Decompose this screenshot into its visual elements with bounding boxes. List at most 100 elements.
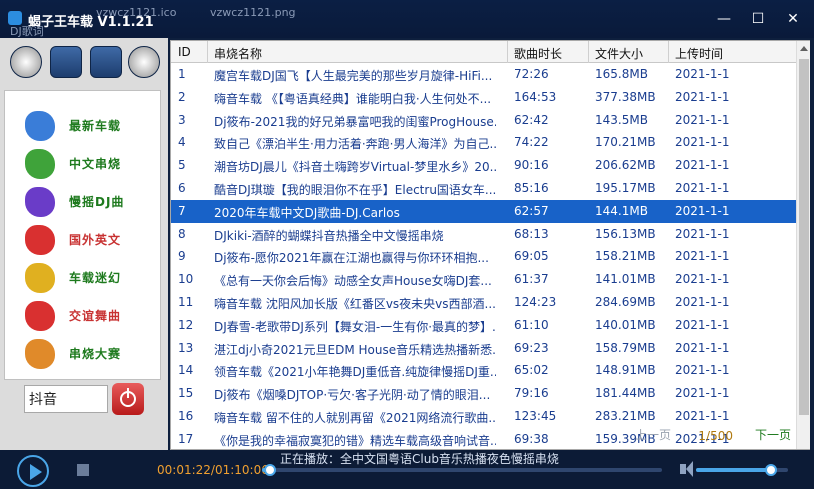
scroll-up-icon[interactable] bbox=[800, 46, 808, 51]
cell-name: 《总有一天你会后悔》动感全女声House女嗨DJ套... bbox=[214, 274, 492, 289]
cell-name: Dj筱布《烟嗓DJTOP·亏欠·客子光阴·动了情的眼泪... bbox=[214, 388, 491, 403]
film-reel-icon[interactable] bbox=[128, 46, 160, 78]
menu-item-label: 交谊舞曲 bbox=[69, 309, 122, 323]
puzzle-icon[interactable] bbox=[90, 46, 122, 78]
cell-name: Dj筱布-2021我的好兄弟暴富吧我的闺蜜ProgHouse... bbox=[214, 114, 496, 129]
scrollbar-thumb[interactable] bbox=[799, 59, 809, 415]
table-row[interactable]: 1 魔宫车载DJ国飞【人生最完美的那些岁月旋律-HiFi... 72:26 165.8… bbox=[171, 63, 796, 86]
cell-duration: 69:38 bbox=[514, 431, 549, 446]
column-header-size[interactable]: 文件大小 bbox=[595, 45, 643, 62]
play-button[interactable] bbox=[17, 455, 49, 487]
table-row[interactable]: 6 酷音DJ琪璇【我的眼泪你不在乎】Electru国语女车... 85:16 195.… bbox=[171, 177, 796, 200]
cell-size: 148.91MB bbox=[595, 363, 656, 378]
cell-duration: 123:45 bbox=[514, 408, 557, 423]
table-row[interactable]: 5 潮音坊DJ晨儿《抖音土嗨跨岁Virtual-梦里水乡》20... 90:16 20… bbox=[171, 154, 796, 177]
cell-size: 140.01MB bbox=[595, 317, 656, 332]
menu-item-psychedelic[interactable]: 车载迷幻 bbox=[25, 261, 155, 295]
cell-duration: 124:23 bbox=[514, 294, 557, 309]
menu-item-latest[interactable]: 最新车载 bbox=[25, 109, 155, 143]
cell-name: 嗨音车载 《【粤语真经典】谁能明白我·人生何处不... bbox=[214, 91, 492, 106]
cell-id: 16 bbox=[178, 408, 194, 423]
background-file-label: vzwcz1121.ico bbox=[96, 6, 177, 19]
vertical-scrollbar[interactable] bbox=[796, 41, 810, 449]
cell-upload-time: 2021-1-1 bbox=[675, 112, 730, 127]
time-display: 00:01:22/01:10:06 bbox=[157, 463, 269, 477]
table-row[interactable]: 7 2020年车载中文DJ歌曲-DJ.Carlos 62:57 144.1MB 2021… bbox=[171, 199, 796, 223]
next-page-link[interactable]: 下一页 bbox=[755, 426, 791, 443]
cell-duration: 85:16 bbox=[514, 180, 549, 195]
cell-size: 206.62MB bbox=[595, 158, 656, 173]
volume-fill bbox=[696, 468, 772, 472]
cell-size: 165.8MB bbox=[595, 67, 648, 81]
stop-button[interactable] bbox=[77, 464, 89, 476]
table-row[interactable]: 3 Dj筱布-2021我的好兄弟暴富吧我的闺蜜ProgHouse... 62:42 1… bbox=[171, 109, 796, 132]
table-row[interactable]: 14 领音车载《2021小年艳舞DJ重低音.纯旋律慢摇DJ重... 65:02 148… bbox=[171, 359, 796, 382]
volume-slider[interactable] bbox=[696, 464, 788, 476]
background-file-label: vzwcz1121.png bbox=[210, 6, 296, 19]
cell-upload-time: 2021-1-1 bbox=[675, 408, 730, 423]
cell-id: 9 bbox=[178, 249, 186, 264]
search-button[interactable] bbox=[112, 383, 144, 415]
bird-mascot-icon bbox=[25, 339, 55, 369]
table-row[interactable]: 9 Dj筱布-愿你2021年赢在江湖也赢得与你环环相抱... 69:05 158.21… bbox=[171, 245, 796, 268]
column-header-duration[interactable]: 歌曲时长 bbox=[514, 45, 562, 62]
menu-item-label: 中文串烧 bbox=[69, 157, 122, 171]
table-row[interactable]: 16 嗨音车载 留不住的人就别再留《2021网络流行歌曲... 123:45 283.… bbox=[171, 405, 796, 428]
cell-id: 5 bbox=[178, 158, 186, 173]
cell-name: DJ春雪-老歌带DJ系列【舞女泪-一生有你·最真的梦】... bbox=[214, 319, 496, 334]
page-indicator: 1/500 bbox=[698, 429, 733, 443]
table-row[interactable]: 4 致自己《漂泊半生·用力活着·奔跑·男人海洋》为自己... 74:22 170.21… bbox=[171, 131, 796, 154]
volume-knob[interactable] bbox=[765, 464, 778, 476]
cell-id: 10 bbox=[178, 272, 194, 287]
cell-upload-time: 2021-1-1 bbox=[675, 135, 730, 150]
cell-size: 158.79MB bbox=[595, 340, 656, 355]
qq-icon[interactable] bbox=[50, 46, 82, 78]
column-header-id[interactable]: ID bbox=[178, 45, 191, 59]
prev-page-link[interactable]: 上一页 bbox=[635, 426, 671, 443]
column-header-name[interactable]: 串烧名称 bbox=[214, 45, 262, 62]
column-header-upload-time[interactable]: 上传时间 bbox=[675, 45, 723, 62]
search-input[interactable] bbox=[24, 385, 108, 413]
cell-size: 377.38MB bbox=[595, 89, 656, 104]
volume-icon[interactable] bbox=[680, 461, 693, 477]
menu-item-label: 车载迷幻 bbox=[69, 271, 122, 285]
table-row[interactable]: 11 嗨音车载 沈阳风加长版《红番区vs夜未央vs西部酒... 124:23 284.… bbox=[171, 291, 796, 314]
cell-name: 嗨音车载 沈阳风加长版《红番区vs夜未央vs西部酒... bbox=[214, 296, 496, 311]
cell-size: 195.17MB bbox=[595, 180, 656, 195]
menu-item-ballroom[interactable]: 交谊舞曲 bbox=[25, 299, 155, 333]
maximize-button[interactable]: ☐ bbox=[747, 8, 769, 30]
table-body: 1 魔宫车载DJ国飞【人生最完美的那些岁月旋律-HiFi... 72:26 165.8… bbox=[171, 63, 796, 473]
table-row[interactable]: 15 Dj筱布《烟嗓DJTOP·亏欠·客子光阴·动了情的眼泪... 79:16 181… bbox=[171, 382, 796, 405]
close-button[interactable]: ✕ bbox=[782, 8, 804, 30]
cell-id: 7 bbox=[178, 203, 186, 218]
table-row[interactable]: 8 DJkiki-酒醉的蝴蝶抖音热播全中文慢摇串烧 68:13 156.13MB 202… bbox=[171, 223, 796, 246]
menu-item-slow-dj[interactable]: 慢摇DJ曲 bbox=[25, 185, 155, 219]
now-playing-text: 正在播放：全中文国粤语Club音乐热播夜色慢摇串烧 bbox=[280, 452, 559, 466]
cell-duration: 79:16 bbox=[514, 386, 549, 401]
cell-id: 14 bbox=[178, 363, 194, 378]
minimize-button[interactable]: — bbox=[713, 8, 735, 30]
cell-duration: 72:26 bbox=[514, 67, 549, 81]
cell-upload-time: 2021-1-1 bbox=[675, 158, 730, 173]
cell-duration: 61:10 bbox=[514, 317, 549, 332]
cell-duration: 68:13 bbox=[514, 226, 549, 241]
table-row[interactable]: 10 《总有一天你会后悔》动感全女声House女嗨DJ套... 61:37 141.0… bbox=[171, 268, 796, 291]
menu-item-foreign-english[interactable]: 国外英文 bbox=[25, 223, 155, 257]
cell-name: 2020年车载中文DJ歌曲-DJ.Carlos bbox=[214, 205, 400, 220]
table-row[interactable]: 13 湛江dj小奇2021元旦EDM House音乐精选热播新悉... 69:23 1… bbox=[171, 337, 796, 360]
cell-name: Dj筱布-愿你2021年赢在江湖也赢得与你环环相抱... bbox=[214, 251, 489, 266]
menu-item-medley-contest[interactable]: 串烧大赛 bbox=[25, 337, 155, 371]
table-row[interactable]: 2 嗨音车载 《【粤语真经典】谁能明白我·人生何处不... 164:53 377.38… bbox=[171, 86, 796, 109]
toolbar bbox=[6, 44, 162, 84]
play-icon bbox=[30, 464, 42, 480]
cell-duration: 61:37 bbox=[514, 272, 549, 287]
progress-slider[interactable] bbox=[262, 464, 662, 476]
cow-mascot-icon bbox=[25, 187, 55, 217]
menu-item-chinese-medley[interactable]: 中文串烧 bbox=[25, 147, 155, 181]
player-bar: 00:01:22/01:10:06 正在播放：全中文国粤语Club音乐热播夜色慢… bbox=[0, 450, 814, 489]
table-row[interactable]: 12 DJ春雪-老歌带DJ系列【舞女泪-一生有你·最真的梦】... 61:10 140… bbox=[171, 314, 796, 337]
cell-id: 2 bbox=[178, 89, 186, 104]
vw-logo-icon[interactable] bbox=[10, 46, 42, 78]
progress-knob[interactable] bbox=[264, 464, 276, 476]
background-folder-label: DJ歌词 bbox=[10, 25, 44, 38]
